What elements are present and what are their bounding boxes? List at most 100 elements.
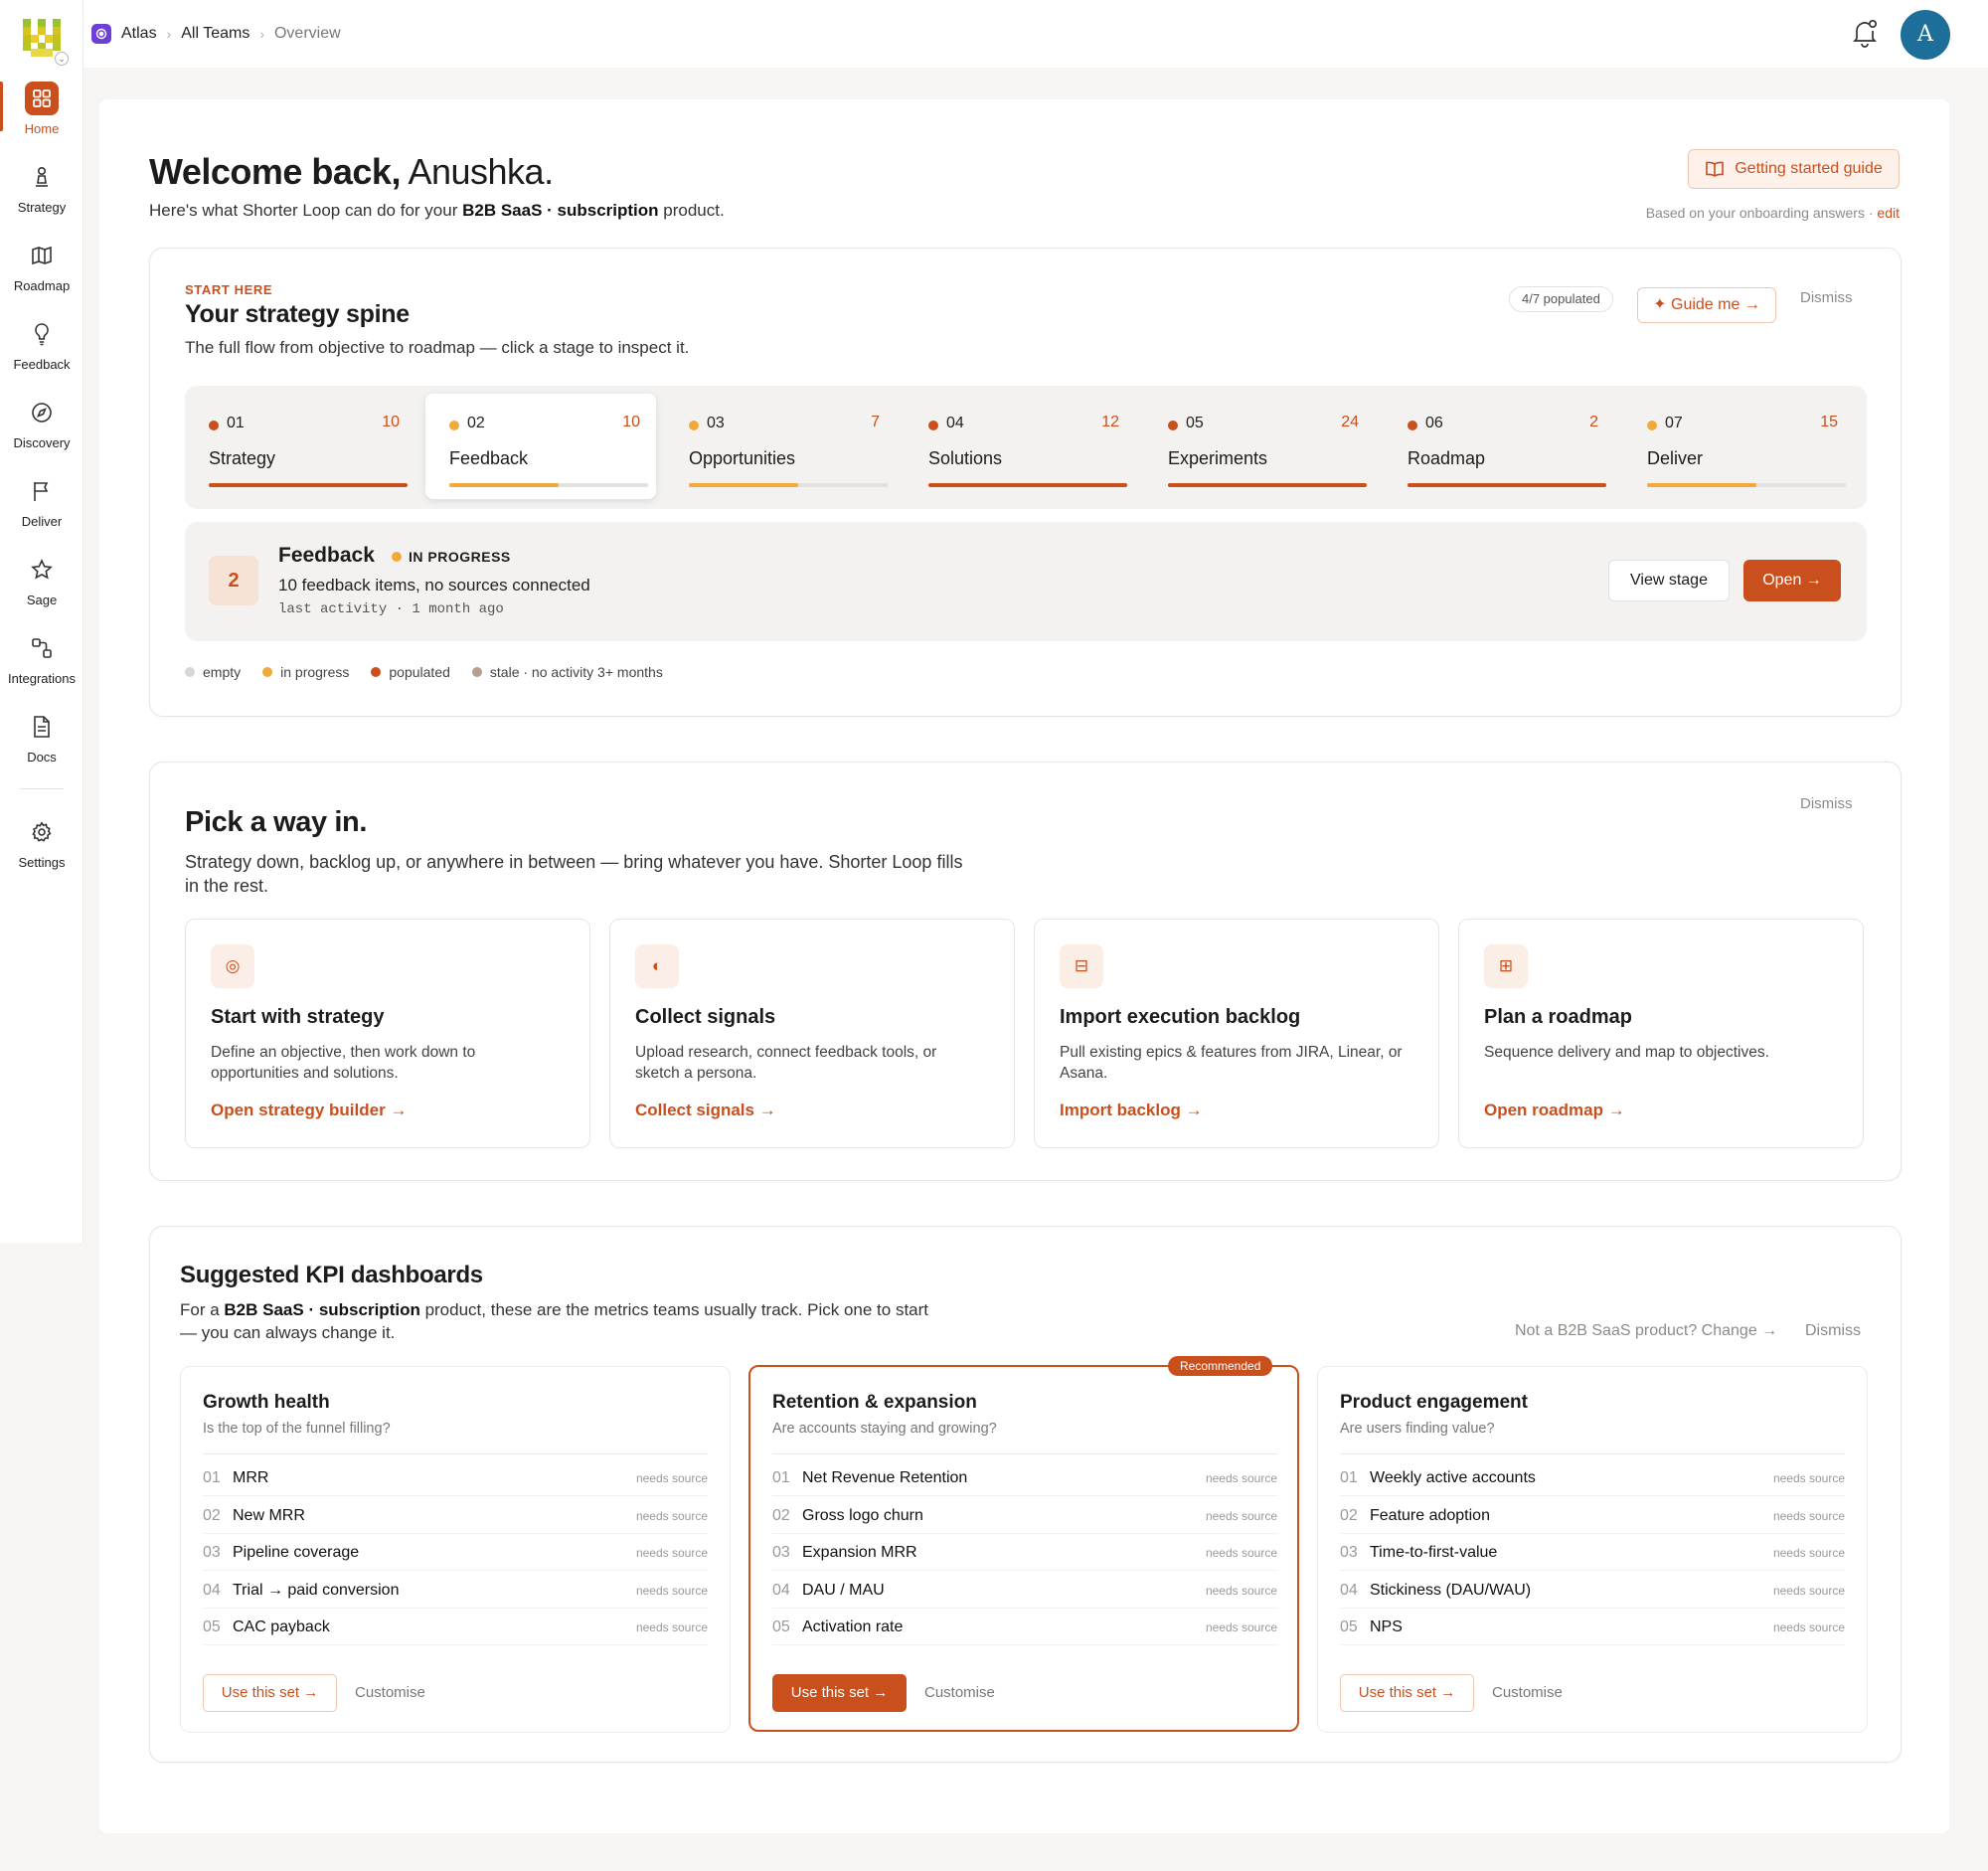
metric-name: Feature adoption — [1370, 1506, 1490, 1524]
metric-index: 03 — [203, 1544, 221, 1561]
metric-source-status: needs source — [635, 1471, 708, 1485]
stage-number: 07 — [1665, 415, 1683, 431]
legend-label: stale · no activity 3+ months — [489, 664, 663, 680]
way-in-card[interactable]: ⊟ Import execution backlog Pull existing e… — [1034, 919, 1439, 1148]
use-this-set-button[interactable]: Use this set → — [203, 1674, 337, 1712]
metric-source-status: needs source — [1772, 1471, 1845, 1485]
kpi-metric-row: 04 Trial → paid conversion needs source — [203, 1572, 708, 1609]
welcome-sub-prefix: Here's what Shorter Loop can do for your — [149, 201, 463, 220]
breadcrumb-separator-icon: › — [166, 26, 172, 42]
app-logo[interactable] — [23, 19, 61, 57]
metric-source-status: needs source — [1772, 1508, 1845, 1523]
customise-button[interactable]: Customise — [924, 1684, 995, 1701]
stage-opportunities[interactable]: 03 7 Opportunities — [665, 394, 896, 499]
stage-name: Strategy — [209, 448, 276, 468]
kpi-dashboards-card: Suggested KPI dashboards For a B2B SaaS … — [149, 1226, 1902, 1763]
edit-onboarding-link[interactable]: edit — [1877, 205, 1900, 221]
legend-dot — [371, 667, 382, 677]
stage-status-dot — [1408, 421, 1417, 430]
way-link[interactable]: Collect signals → — [635, 1101, 776, 1120]
customise-button[interactable]: Customise — [355, 1684, 425, 1701]
kpi-metric-row: 03 Expansion MRR needs source — [772, 1534, 1277, 1571]
gear-icon — [25, 815, 59, 849]
sidebar-item-label: Roadmap — [13, 278, 71, 293]
dismiss-spine-button[interactable]: Dismiss — [1800, 289, 1853, 306]
view-stage-button[interactable]: View stage — [1608, 560, 1730, 601]
metric-index: 04 — [1340, 1581, 1358, 1599]
way-in-card[interactable]: ◐ Collect signals Upload research, connect… — [609, 919, 1015, 1148]
way-title: Start with strategy — [211, 1006, 385, 1028]
workspace-switcher-chevron-icon[interactable]: ⌄ — [55, 52, 69, 66]
customise-button[interactable]: Customise — [1492, 1684, 1563, 1701]
legend-dot — [471, 667, 482, 677]
way-link[interactable]: Import backlog → — [1060, 1101, 1203, 1120]
stage-deliver[interactable]: 07 15 Deliver — [1623, 394, 1854, 499]
stage-solutions[interactable]: 04 12 Solutions — [905, 394, 1135, 499]
sidebar-item-feedback[interactable]: Feedback — [0, 311, 83, 381]
sidebar-item-deliver[interactable]: Deliver — [0, 468, 83, 538]
stage-status-dot — [689, 421, 699, 430]
metric-name: Expansion MRR — [802, 1544, 917, 1561]
dismiss-kpi-button[interactable]: Dismiss — [1805, 1322, 1861, 1340]
half-circle-icon: ◐ — [635, 944, 679, 988]
sidebar-item-roadmap[interactable]: Roadmap — [0, 233, 83, 302]
onboarding-note-text: Based on your onboarding answers · — [1645, 205, 1878, 221]
stage-experiments[interactable]: 05 24 Experiments — [1144, 394, 1375, 499]
sidebar-item-docs[interactable]: Docs — [0, 704, 83, 773]
metric-index: 03 — [1340, 1544, 1358, 1561]
kpi-set-card: Recommended Retention & expansion Are acco… — [748, 1356, 1299, 1732]
open-stage-button[interactable]: Open → — [1743, 560, 1841, 601]
legend-item: stale · no activity 3+ months — [471, 664, 663, 680]
way-description: Sequence delivery and map to objectives. — [1484, 1044, 1769, 1061]
way-link[interactable]: Open strategy builder → — [211, 1101, 407, 1120]
stage-feedback[interactable]: 02 10 Feedback — [425, 394, 656, 499]
stage-progress-fill — [1168, 483, 1367, 487]
sidebar-item-label: Integrations — [8, 671, 76, 686]
sidebar-item-integrations[interactable]: Integrations — [0, 625, 83, 695]
getting-started-guide-label: Getting started guide — [1735, 160, 1883, 177]
breadcrumb-team[interactable]: All Teams — [181, 25, 249, 43]
stage-progress-bar — [1168, 483, 1367, 487]
breadcrumb-workspace[interactable]: Atlas — [121, 25, 157, 43]
stage-strategy[interactable]: 01 10 Strategy — [185, 394, 415, 499]
chess-pawn-icon — [25, 160, 59, 194]
page-title: Welcome back, Anushka. — [149, 151, 554, 193]
dismiss-pick-button[interactable]: Dismiss — [1800, 795, 1853, 812]
kpi-metric-row: 01 MRR needs source — [203, 1459, 708, 1496]
getting-started-guide-button[interactable]: Getting started guide — [1688, 149, 1900, 189]
stage-count: 2 — [1589, 414, 1598, 430]
notifications-bell-icon[interactable] — [1851, 18, 1879, 48]
stage-status-badge: IN PROGRESS — [392, 549, 511, 565]
sidebar-item-label: Deliver — [21, 514, 63, 529]
metric-source-status: needs source — [1205, 1620, 1277, 1634]
stage-roadmap[interactable]: 06 2 Roadmap — [1384, 394, 1614, 499]
metric-source-status: needs source — [1772, 1583, 1845, 1598]
sidebar-item-discovery[interactable]: Discovery — [0, 390, 83, 459]
sidebar-item-home[interactable]: Home — [0, 76, 83, 145]
way-in-card[interactable]: ◎ Start with strategy Define an objective,… — [185, 919, 590, 1148]
way-in-card[interactable]: ⊞ Plan a roadmap Sequence delivery and map… — [1458, 919, 1864, 1148]
pick-title: Pick a way in. — [185, 806, 367, 838]
stage-status-label: IN PROGRESS — [409, 549, 511, 565]
use-this-set-button[interactable]: Use this set → — [772, 1674, 907, 1712]
sidebar: ⌄ Home Strategy Roadmap Feedback Discove… — [0, 0, 83, 1243]
use-this-set-button[interactable]: Use this set → — [1340, 1674, 1474, 1712]
stage-number: 03 — [707, 415, 725, 431]
stage-progress-bar — [928, 483, 1127, 487]
onboarding-note: Based on your onboarding answers · edit — [1646, 205, 1900, 221]
spine-title: Your strategy spine — [185, 300, 410, 328]
sidebar-item-settings[interactable]: Settings — [0, 809, 83, 879]
kpi-set-divider — [772, 1453, 1277, 1454]
stage-progress-fill — [689, 483, 798, 487]
sidebar-item-strategy[interactable]: Strategy — [0, 154, 83, 224]
sidebar-item-sage[interactable]: Sage — [0, 547, 83, 616]
guide-me-button[interactable]: ✦ Guide me → — [1637, 287, 1776, 323]
metric-source-status: needs source — [635, 1583, 708, 1598]
change-product-type-link[interactable]: Not a B2B SaaS product? Change → — [1515, 1322, 1777, 1340]
legend-item: empty — [185, 664, 241, 680]
stage-number: 06 — [1425, 415, 1443, 431]
way-link[interactable]: Open roadmap → — [1484, 1101, 1625, 1120]
metric-name: CAC payback — [233, 1618, 330, 1635]
user-avatar[interactable]: A — [1901, 10, 1950, 60]
stage-count: 15 — [1820, 414, 1838, 430]
